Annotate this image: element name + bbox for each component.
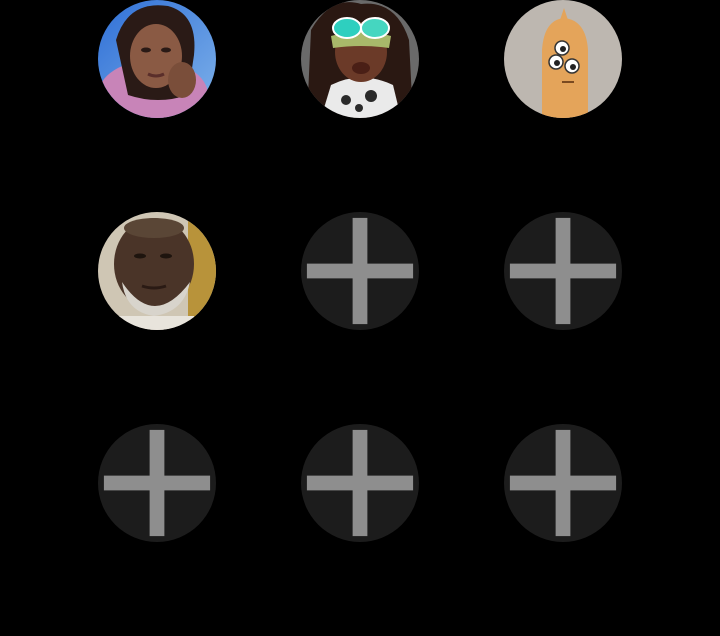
favorite-contact-4-avatar[interactable] xyxy=(98,212,216,330)
add-favorite-button-5[interactable] xyxy=(504,424,622,542)
add-favorite-button-4[interactable] xyxy=(301,424,419,542)
woman-sunglasses-avatar-icon xyxy=(301,0,419,118)
add-favorite-button-3[interactable] xyxy=(98,424,216,542)
plus-icon xyxy=(509,217,617,325)
favorite-contact-2-avatar[interactable] xyxy=(301,0,419,118)
three-eyed-cartoon-avatar-icon xyxy=(504,0,622,118)
plus-icon xyxy=(306,429,414,537)
add-favorite-button-2[interactable] xyxy=(504,212,622,330)
favorites-grid xyxy=(0,0,720,636)
favorite-contact-1-avatar[interactable] xyxy=(98,0,216,118)
plus-icon xyxy=(103,429,211,537)
plus-icon xyxy=(306,217,414,325)
woman-pink-top-avatar-icon xyxy=(98,0,216,118)
favorite-contact-3-avatar[interactable] xyxy=(504,0,622,118)
plus-icon xyxy=(509,429,617,537)
add-favorite-button-1[interactable] xyxy=(301,212,419,330)
man-gray-beard-avatar-icon xyxy=(98,212,216,330)
